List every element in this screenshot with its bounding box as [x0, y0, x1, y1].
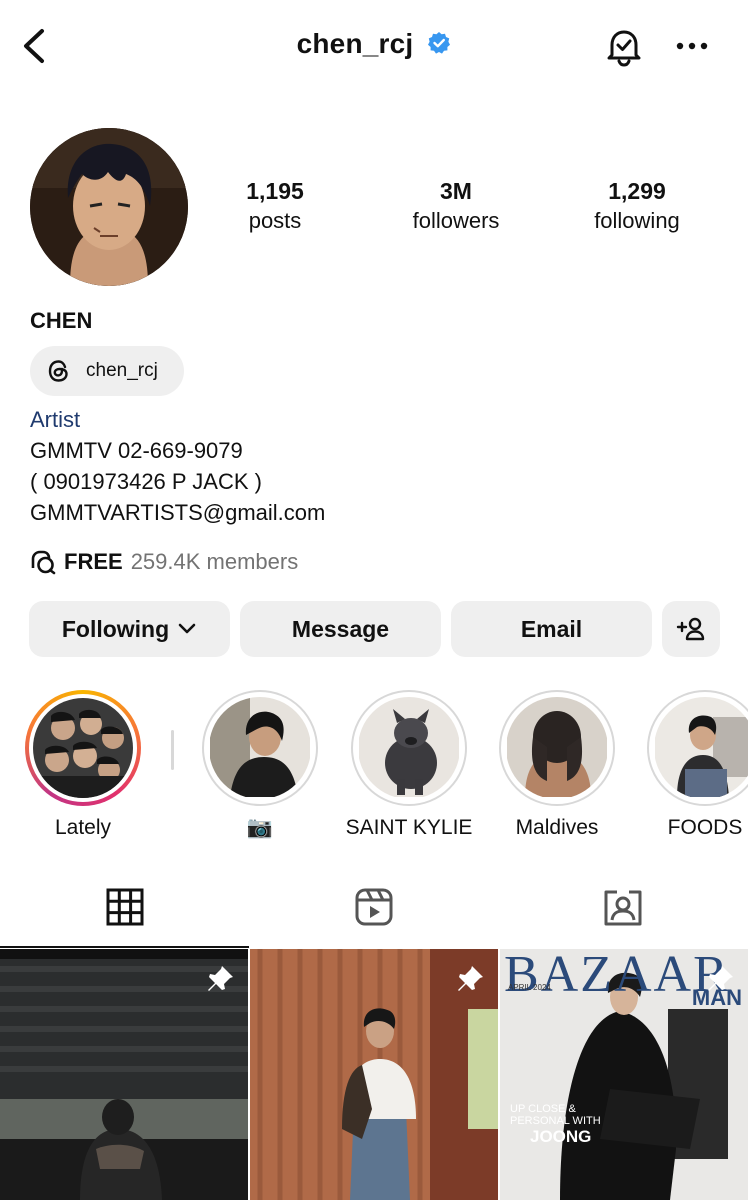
suggested-accounts-button[interactable]	[662, 601, 720, 657]
followers-count: 3M	[440, 178, 472, 204]
highlight-saint-kylie[interactable]: SAINT KYLIE	[339, 690, 479, 840]
reels-icon	[355, 888, 392, 926]
notifications-button[interactable]	[602, 24, 646, 68]
avatar-image	[30, 128, 188, 286]
more-options-button[interactable]	[670, 28, 714, 64]
display-name: CHEN	[30, 308, 93, 333]
more-dots-icon	[676, 42, 708, 50]
bell-check-icon	[607, 30, 641, 67]
posts-label: posts	[248, 208, 302, 233]
following-count: 1,299	[608, 178, 666, 204]
post-thumbnail[interactable]	[250, 949, 498, 1200]
highlight-image	[210, 697, 310, 797]
chevron-down-icon	[178, 623, 196, 634]
highlight-foods[interactable]: FOODS	[635, 690, 748, 840]
highlight-camera[interactable]: 📷	[190, 690, 330, 840]
post-thumbnail[interactable]: BAZAAR MAN APRIL 2024 UP CLOSE & PERSONA…	[500, 949, 748, 1200]
grid-icon	[106, 888, 143, 926]
highlight-label: Maldives	[515, 816, 599, 839]
magazine-tagline-2: PERSONAL WITH	[510, 1115, 601, 1127]
pin-icon	[708, 966, 733, 991]
threads-icon	[48, 360, 68, 382]
tab-posts-grid[interactable]	[0, 866, 249, 948]
magazine-tagline-1: UP CLOSE &	[510, 1103, 576, 1115]
highlight-image	[507, 697, 607, 797]
channel-icon	[31, 550, 56, 575]
highlight-ring	[202, 690, 318, 806]
followers-stat[interactable]: 3M followers	[376, 176, 536, 236]
message-button[interactable]: Message	[240, 601, 441, 657]
highlight-image	[33, 698, 133, 798]
highlight-ring	[647, 690, 748, 806]
highlight-label: FOODS	[667, 816, 743, 839]
posts-grid: BAZAAR MAN APRIL 2024 UP CLOSE & PERSONA…	[0, 949, 748, 1200]
verified-badge-icon	[428, 31, 451, 54]
tab-reels[interactable]	[249, 866, 498, 948]
username-title: chen_rcj	[296, 28, 414, 59]
threads-handle: chen_rcj	[86, 360, 158, 381]
highlight-maldives[interactable]: Maldives	[487, 690, 627, 840]
profile-tabs	[0, 866, 748, 948]
profile-avatar[interactable]	[30, 128, 188, 286]
email-button-label: Email	[520, 615, 583, 642]
threads-badge[interactable]: chen_rcj	[30, 346, 184, 396]
followers-label: followers	[412, 208, 500, 233]
highlight-ring	[351, 690, 467, 806]
highlight-label: SAINT KYLIE	[345, 816, 473, 839]
category-label[interactable]: Artist	[30, 404, 325, 435]
highlight-label: 📷	[246, 816, 274, 839]
bio-line-email[interactable]: GMMTVARTISTS@gmail.com	[30, 497, 325, 528]
posts-count: 1,195	[246, 178, 304, 204]
bio-line-contact: ( 0901973426 P JACK )	[30, 469, 262, 494]
following-button[interactable]: Following	[29, 601, 230, 657]
top-bar: chen_rcj	[0, 0, 748, 96]
pin-icon	[208, 966, 233, 991]
posts-stat[interactable]: 1,195 posts	[195, 176, 355, 236]
post-thumbnail[interactable]	[0, 949, 248, 1200]
highlight-label: Lately	[54, 816, 112, 839]
add-person-icon	[676, 617, 705, 641]
email-button[interactable]: Email	[451, 601, 652, 657]
bio: Artist GMMTV 02-669-9079 ( 0901973426 P …	[30, 404, 325, 528]
tab-tagged[interactable]	[498, 866, 747, 948]
channel-label: FREE	[64, 549, 123, 574]
magazine-cover-name: JOONG	[530, 1127, 592, 1146]
message-button-label: Message	[291, 615, 390, 642]
following-stat[interactable]: 1,299 following	[557, 176, 717, 236]
tagged-person-icon	[604, 890, 641, 926]
highlight-ring	[25, 690, 141, 806]
channel-members: 259.4K members	[130, 549, 299, 574]
following-label: following	[594, 208, 680, 233]
broadcast-channel[interactable]: FREE 259.4K members	[30, 549, 298, 575]
highlight-image	[655, 697, 748, 797]
highlight-image	[359, 697, 459, 797]
magazine-date: APRIL 2024	[508, 983, 551, 992]
pin-icon	[458, 966, 483, 991]
bio-line-phone[interactable]: GMMTV 02-669-9079	[30, 435, 325, 466]
highlight-ring	[499, 690, 615, 806]
story-highlights: Lately 📷 SAINT KYLIE Maldives FOODS	[0, 690, 748, 850]
highlight-lately[interactable]: Lately	[13, 690, 153, 840]
highlights-divider	[171, 730, 174, 770]
following-button-label: Following	[61, 615, 170, 642]
